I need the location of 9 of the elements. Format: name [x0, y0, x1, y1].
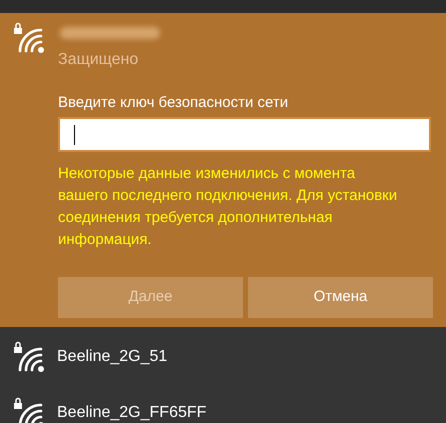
status-text: Защищено: [58, 50, 138, 70]
network-name: Beeline_2G_51: [57, 347, 168, 367]
password-field[interactable]: [58, 117, 431, 152]
warning-text: Некоторые данные изменились с момента вашего последнего подключения. Для установки соединения требуется дополнительная информация.: [58, 164, 398, 250]
network-item[interactable]: Beeline_2G_51: [0, 327, 446, 383]
field-label: Введите ключ безопасности сети: [58, 93, 288, 113]
network-name: Beeline_2G_FF65FF: [57, 403, 206, 423]
text-cursor: [74, 125, 75, 145]
network-item[interactable]: Beeline_2G_FF65FF: [0, 383, 446, 423]
